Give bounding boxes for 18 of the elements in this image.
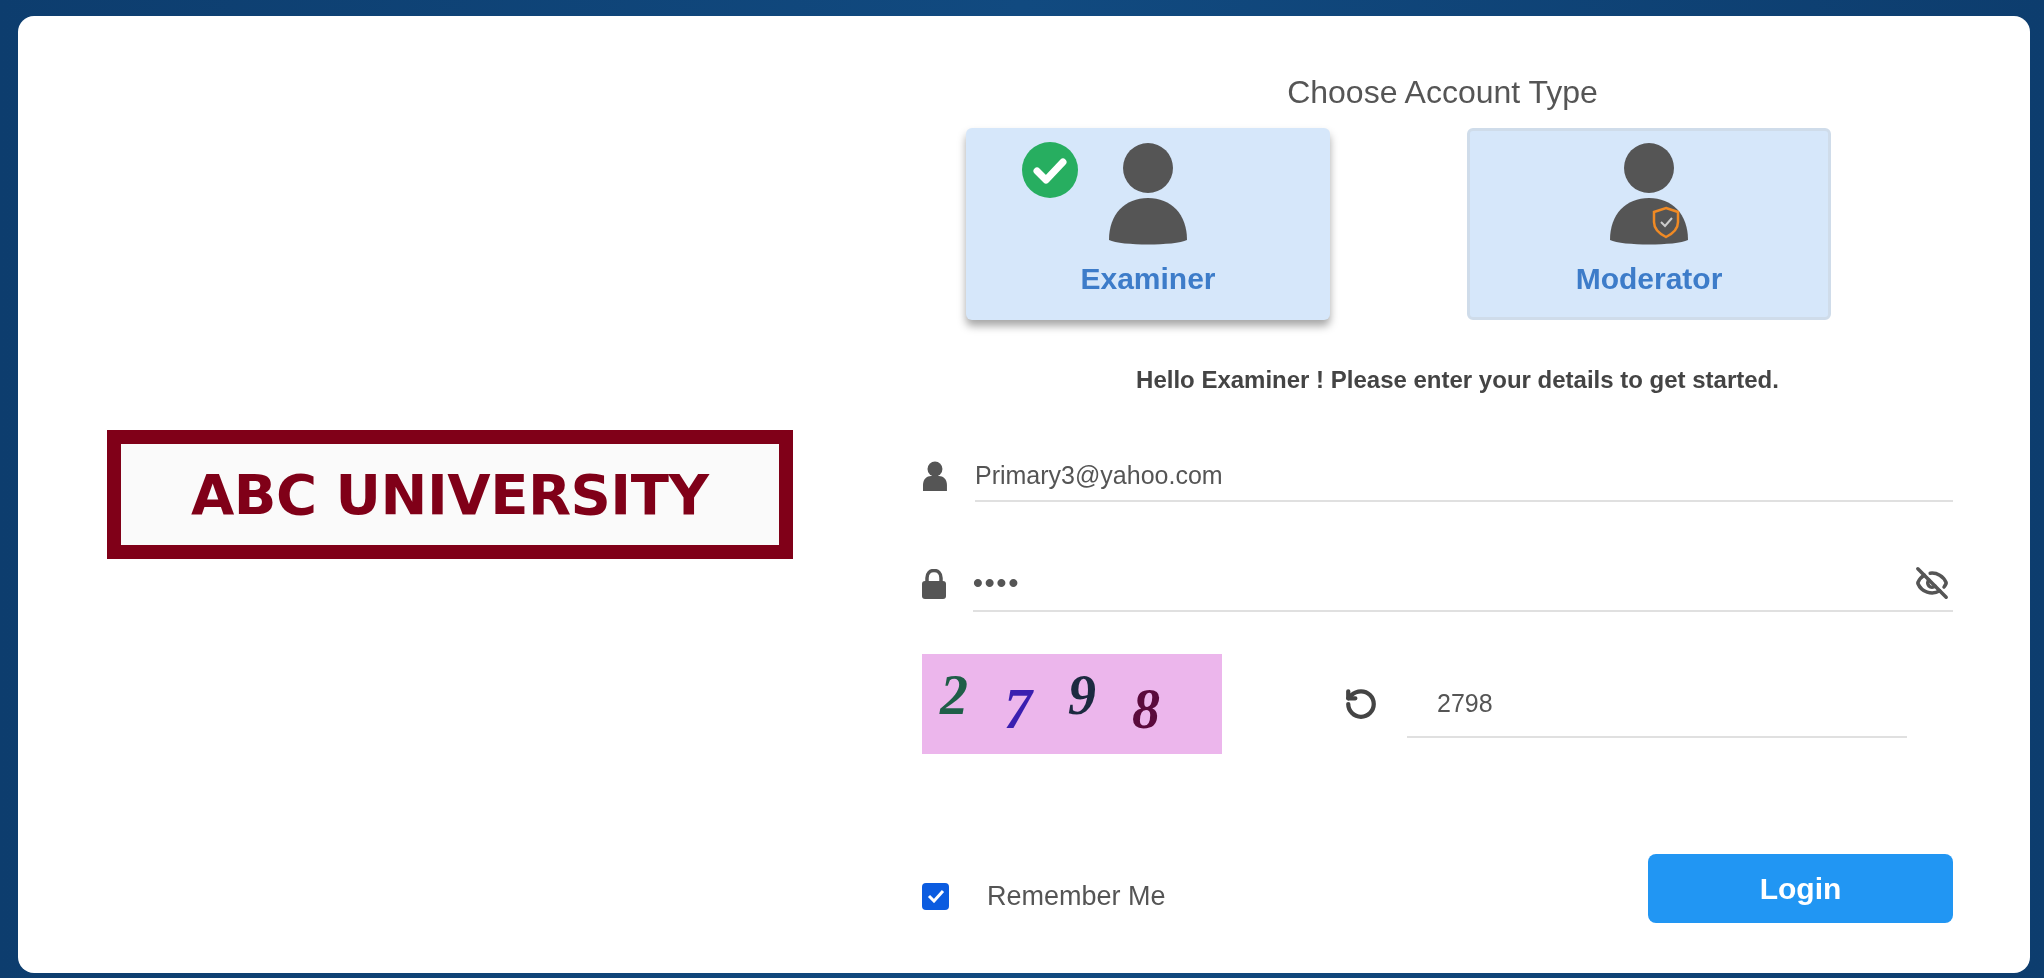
checkmark-icon [926, 889, 945, 904]
lock-icon [922, 569, 946, 599]
remember-me-label: Remember Me [987, 880, 1166, 913]
check-badge-icon [1022, 142, 1078, 198]
section-title: Choose Account Type [1286, 76, 1599, 108]
captcha-character: 7 [1004, 677, 1032, 742]
hide-password-icon[interactable] [1915, 566, 1949, 600]
remember-me-checkbox[interactable] [922, 882, 949, 910]
email-field[interactable]: Primary3@yahoo.com [974, 450, 1953, 502]
captcha-field[interactable]: 2798 [1407, 670, 1907, 738]
captcha-character: 8 [1132, 677, 1160, 742]
password-field[interactable]: •••• [973, 556, 1953, 612]
captcha-character: 2 [940, 663, 968, 728]
university-logo: ABC UNIVERSITY [107, 430, 793, 559]
captcha-character: 9 [1068, 663, 1096, 728]
user-icon [922, 461, 948, 491]
refresh-icon[interactable] [1344, 687, 1378, 721]
greeting-text: Hello Examiner ! Please enter your details to get started. [1135, 365, 1780, 395]
